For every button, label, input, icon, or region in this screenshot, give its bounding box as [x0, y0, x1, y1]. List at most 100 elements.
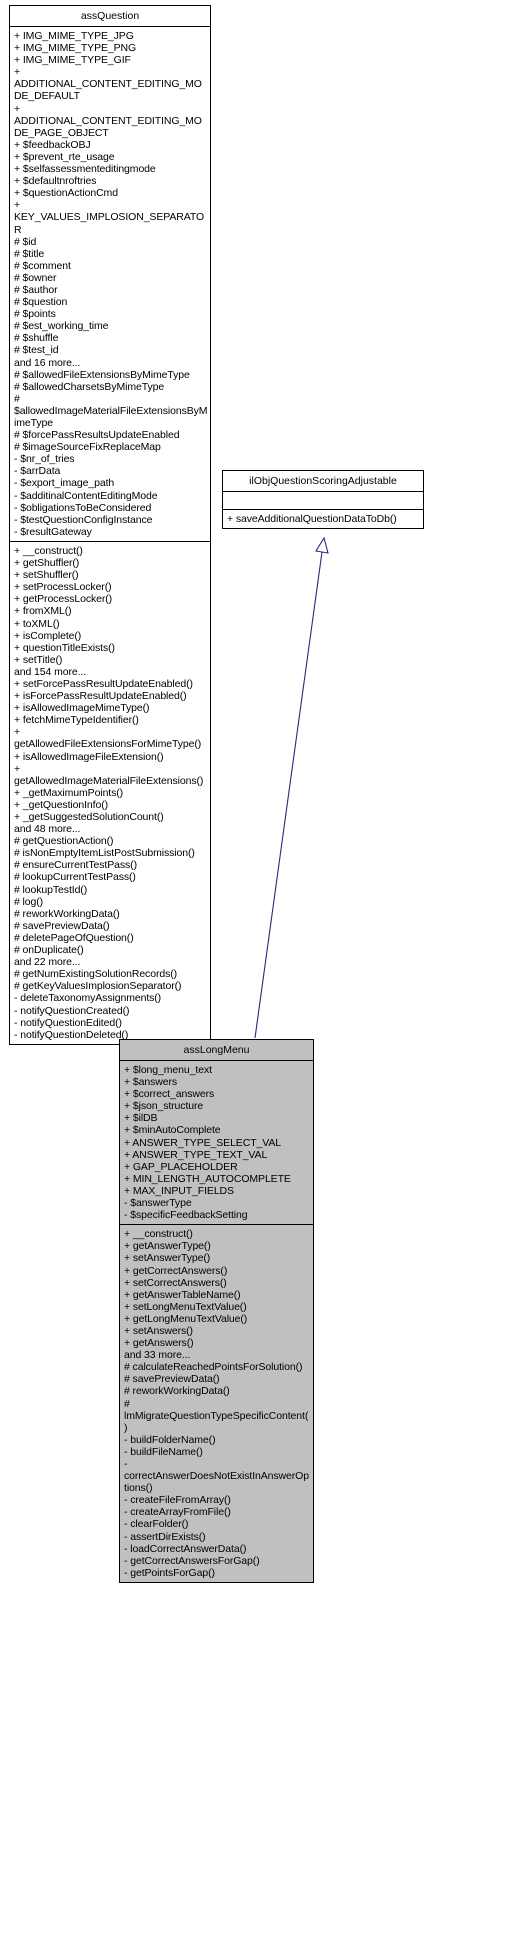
- class-member: + isAllowedImageMimeType(): [14, 702, 150, 715]
- class-member: and 33 more...: [124, 1349, 191, 1362]
- class-member: # onDuplicate(): [14, 944, 84, 957]
- class-member: # $test_id: [14, 344, 59, 357]
- class-member: # ensureCurrentTestPass(): [14, 859, 137, 872]
- class-member: + $feedbackOBJ: [14, 138, 91, 151]
- class-member: + saveAdditionalQuestionDataToDb(): [227, 513, 397, 525]
- class-member: + getAllowedImageMaterialFileExtensions(…: [14, 762, 204, 787]
- class-member: + setLongMenuTextValue(): [124, 1300, 247, 1313]
- class-member: + MAX_INPUT_FIELDS: [124, 1184, 234, 1197]
- class-member: - buildFileName(): [124, 1445, 203, 1458]
- class-member: + getProcessLocker(): [14, 593, 113, 606]
- class-member: # reworkWorkingData(): [124, 1385, 230, 1398]
- class-member: + fetchMimeTypeIdentifier(): [14, 714, 139, 727]
- class-member: + $ilDB: [124, 1112, 158, 1125]
- class-member: - $specificFeedbackSetting: [124, 1209, 248, 1222]
- class-member: - $testQuestionConfigInstance: [14, 513, 153, 526]
- class-member: + fromXML(): [14, 605, 72, 618]
- class-member: - $nr_of_tries: [14, 453, 75, 466]
- class-member: + getAllowedFileExtensionsForMimeType(): [14, 726, 202, 751]
- class-member: + _getQuestionInfo(): [14, 798, 109, 811]
- class-member: # $allowedImageMaterialFileExtensionsByM…: [14, 392, 208, 429]
- class-member: - $arrData: [14, 465, 61, 478]
- class-member: # savePreviewData(): [124, 1373, 220, 1386]
- class-box-asslongmenu[interactable]: assLongMenu + $long_menu_text + $answers +…: [119, 1039, 314, 1583]
- class-member: + getShuffler(): [14, 557, 80, 570]
- class-member: # deletePageOfQuestion(): [14, 931, 134, 944]
- class-member: + getLongMenuTextValue(): [124, 1312, 248, 1325]
- class-member: and 48 more...: [14, 823, 81, 836]
- class-member: + KEY_VALUES_IMPLOSION_SEPARATOR: [14, 199, 205, 236]
- class-member: # $forcePassResultsUpdateEnabled: [14, 429, 180, 442]
- class-member: + __construct(): [14, 544, 83, 557]
- class-member: + setAnswers(): [124, 1324, 193, 1337]
- class-member: - createFileFromArray(): [124, 1494, 231, 1507]
- class-member: # getQuestionAction(): [14, 835, 114, 848]
- class-member: + _getSuggestedSolutionCount(): [14, 811, 164, 823]
- class-member: + getAnswers(): [124, 1337, 194, 1350]
- class-member: - getPointsForGap(): [124, 1566, 215, 1579]
- class-box-assquestion[interactable]: assQuestion + IMG_MIME_TYPE_JPG + IMG_MIM…: [9, 5, 211, 1045]
- class-member: - $obligationsToBeConsidered: [14, 501, 152, 514]
- class-member: # $shuffle: [14, 332, 59, 345]
- class-member: + $minAutoComplete: [124, 1124, 221, 1137]
- class-member: + $selfassessmenteditingmode: [14, 163, 156, 176]
- class-member: # $imageSourceFixReplaceMap: [14, 441, 161, 454]
- class-member: - $answerType: [124, 1197, 192, 1210]
- class-member: - notifyQuestionCreated(): [14, 1004, 130, 1017]
- class-member: + _getMaximumPoints(): [14, 786, 124, 799]
- class-member: + $prevent_rte_usage: [14, 150, 115, 163]
- class-member: # getNumExistingSolutionRecords(): [14, 968, 178, 981]
- class-member: and 16 more...: [14, 356, 81, 369]
- operations-compartment-ilobjquestionscoringadjustable: + saveAdditionalQuestionDataToDb(): [223, 509, 423, 528]
- class-member: # $allowedFileExtensionsByMimeType: [14, 368, 190, 381]
- class-member: # $id: [14, 235, 37, 248]
- attributes-compartment-asslongmenu: + $long_menu_text + $answers + $correct_an…: [120, 1060, 313, 1224]
- class-member: - notifyQuestionEdited(): [14, 1016, 122, 1029]
- class-member: # $allowedCharsetsByMimeType: [14, 380, 165, 393]
- class-member: + IMG_MIME_TYPE_GIF: [14, 54, 131, 67]
- class-member: - getCorrectAnswersForGap(): [124, 1554, 260, 1567]
- class-member: - loadCorrectAnswerData(): [124, 1542, 247, 1555]
- class-member: + getAnswerType(): [124, 1240, 211, 1253]
- class-member: + $answers: [124, 1076, 177, 1089]
- class-member: # log(): [14, 895, 44, 908]
- class-member: and 154 more...: [14, 665, 87, 678]
- class-member: + setTitle(): [14, 653, 63, 666]
- class-box-ilobjquestionscoringadjustable[interactable]: ilObjQuestionScoringAdjustable + saveAdd…: [222, 470, 424, 530]
- class-member: # $author: [14, 283, 58, 296]
- class-title-asslongmenu: assLongMenu: [120, 1040, 313, 1060]
- class-title-ilobjquestionscoringadjustable: ilObjQuestionScoringAdjustable: [223, 471, 423, 491]
- class-member: - $additinalContentEditingMode: [14, 489, 158, 502]
- class-member: + ADDITIONAL_CONTENT_EDITING_MODE_PAGE_O…: [14, 102, 202, 139]
- class-member: # calculateReachedPointsForSolution(): [124, 1361, 303, 1374]
- class-member: + setAnswerType(): [124, 1252, 211, 1265]
- class-member: + $long_menu_text: [124, 1064, 212, 1076]
- class-member: - correctAnswerDoesNotExistInAnswerOptio…: [124, 1458, 309, 1495]
- class-member: + isAllowedImageFileExtension(): [14, 750, 164, 763]
- uml-class-diagram: assQuestion + IMG_MIME_TYPE_JPG + IMG_MIM…: [0, 0, 528, 1944]
- class-member: + $questionActionCmd: [14, 187, 118, 200]
- class-member: + __construct(): [124, 1228, 193, 1241]
- class-member: - createArrayFromFile(): [124, 1506, 231, 1519]
- class-member: + setProcessLocker(): [14, 581, 112, 594]
- class-member: + toXML(): [14, 617, 60, 630]
- class-member: # $points: [14, 308, 56, 321]
- class-member: + ANSWER_TYPE_TEXT_VAL: [124, 1148, 268, 1161]
- class-member: + questionTitleExists(): [14, 641, 115, 654]
- class-member: # lookupTestId(): [14, 883, 88, 896]
- class-member: + ANSWER_TYPE_SELECT_VAL: [124, 1136, 282, 1149]
- class-member: # $comment: [14, 259, 71, 272]
- class-member: # lookupCurrentTestPass(): [14, 871, 136, 884]
- class-member: - buildFolderName(): [124, 1433, 216, 1446]
- class-title-assquestion: assQuestion: [10, 6, 210, 26]
- class-member: # $title: [14, 247, 45, 260]
- class-member: + IMG_MIME_TYPE_JPG: [14, 30, 134, 42]
- class-member: + IMG_MIME_TYPE_PNG: [14, 42, 137, 55]
- operations-compartment-asslongmenu: + __construct() + getAnswerType() + setAns…: [120, 1224, 313, 1582]
- class-member: + setCorrectAnswers(): [124, 1276, 227, 1289]
- class-member: # savePreviewData(): [14, 919, 110, 932]
- class-member: + $correct_answers: [124, 1088, 215, 1101]
- class-member: + GAP_PLACEHOLDER: [124, 1160, 238, 1173]
- attributes-compartment-ilobjquestionscoringadjustable: [223, 491, 423, 509]
- class-member: + $json_structure: [124, 1100, 204, 1113]
